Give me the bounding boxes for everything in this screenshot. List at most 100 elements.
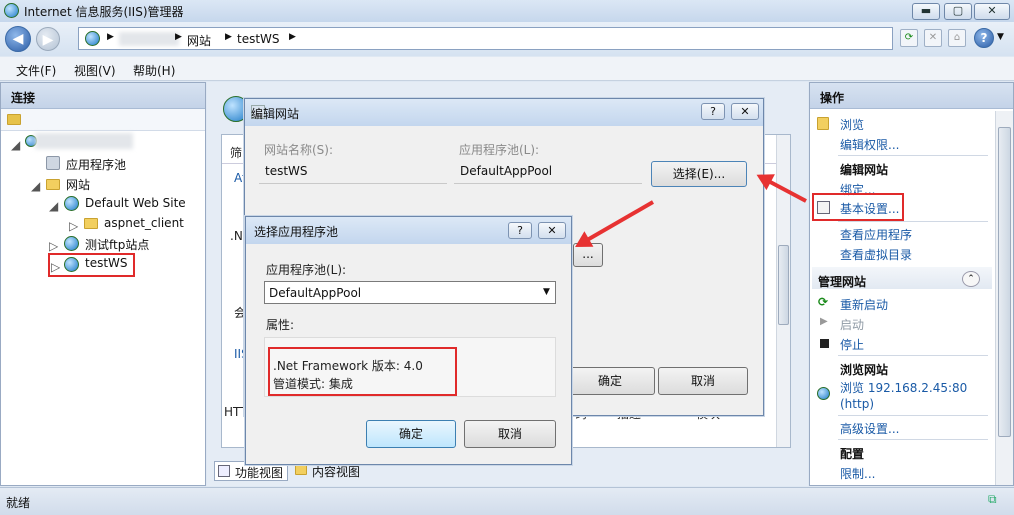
forward-button[interactable]: ▶ [36, 27, 60, 51]
divider [838, 415, 988, 416]
navigation-bar: ◀ ▶ ▶ ▶ 网站 ▶ testWS ▶ ⟳ ✕ ⌂ ? ▼ [0, 22, 1014, 56]
action-advanced-settings[interactable]: 高级设置... [840, 420, 899, 437]
tab-features-label: 功能视图 [235, 466, 284, 480]
chevron-down-icon: ▼ [543, 287, 550, 297]
tree-aspnet-client[interactable]: aspnet_client [104, 216, 184, 230]
action-restart[interactable]: 重新启动 [840, 296, 888, 313]
actions-header: 操作 [810, 83, 1013, 109]
collapse-section-icon[interactable]: ⌃ [962, 271, 980, 287]
action-basic-settings[interactable]: 基本设置... [840, 200, 899, 217]
section-edit-site: 编辑网站 [840, 163, 889, 177]
select-pool-close-button[interactable]: ✕ [538, 222, 566, 239]
address-bar[interactable]: ▶ ▶ 网站 ▶ testWS ▶ [78, 27, 893, 50]
edit-site-ok-button[interactable]: 确定 [565, 367, 655, 395]
blurred-server-node [35, 133, 133, 149]
select-pool-help-button[interactable]: ? [508, 222, 532, 239]
edit-site-title: 编辑网站 [251, 107, 300, 121]
connections-panel: 连接 ◢ 应用程序池 ◢ 网站 ◢ Default Web Site ▷ asp… [0, 82, 206, 486]
menu-view[interactable]: 视图(V) [74, 62, 116, 79]
window-title: Internet 信息服务(IIS)管理器 [24, 5, 184, 19]
edit-site-titlebar: 编辑网站 ? ✕ [245, 99, 763, 126]
select-pool-ok-button[interactable]: 确定 [366, 420, 456, 448]
tree-default-web-site[interactable]: Default Web Site [85, 196, 186, 210]
close-button[interactable]: ✕ [974, 3, 1010, 20]
status-bar: 就绪 ⧉ [0, 487, 1014, 515]
stop-square-icon [820, 339, 829, 348]
start-icon: ▶ [820, 316, 828, 327]
breadcrumb-testws[interactable]: testWS [237, 32, 280, 46]
expand-arrow-icon[interactable]: ◢ [11, 138, 20, 152]
stop-icon[interactable]: ✕ [924, 29, 942, 47]
edit-site-close-button[interactable]: ✕ [731, 103, 759, 120]
iis-app-icon [4, 3, 19, 18]
status-text: 就绪 [6, 496, 31, 510]
tree-sites[interactable]: 网站 [66, 176, 90, 193]
action-stop[interactable]: 停止 [840, 336, 864, 353]
expand-arrow-icon[interactable]: ◢ [31, 179, 40, 193]
edit-site-help-button[interactable]: ? [701, 103, 725, 120]
collapse-arrow-icon[interactable]: ▷ [69, 219, 78, 233]
expand-arrow-icon[interactable]: ◢ [49, 199, 58, 213]
chevron-right-icon: ▶ [175, 32, 182, 42]
tab-content-label: 内容视图 [312, 465, 361, 479]
connections-toolbar [1, 109, 205, 131]
tree-ftp-site[interactable]: 测试ftp站点 [85, 236, 149, 253]
title-bar: Internet 信息服务(IIS)管理器 ▬ ▢ ✕ [0, 0, 1014, 22]
select-pool-titlebar: 选择应用程序池 ? ✕ [246, 217, 571, 244]
edit-site-cancel-button[interactable]: 取消 [658, 367, 748, 395]
action-browse-url[interactable]: 浏览 192.168.2.45:80 [840, 379, 967, 396]
collapse-arrow-icon[interactable]: ▷ [51, 260, 60, 274]
pool-label: 应用程序池(L): [459, 143, 540, 157]
globe-icon [64, 257, 79, 272]
action-view-applications[interactable]: 查看应用程序 [840, 226, 912, 243]
globe-icon [85, 31, 100, 46]
tree-app-pools[interactable]: 应用程序池 [66, 156, 126, 173]
actions-scrollbar[interactable] [995, 111, 1013, 485]
breadcrumb-sites[interactable]: 网站 [187, 32, 211, 49]
maximize-button[interactable]: ▢ [944, 3, 972, 20]
restart-icon: ⟳ [818, 295, 829, 309]
site-name-field[interactable]: testWS [259, 160, 447, 184]
scroll-thumb[interactable] [778, 245, 789, 325]
browse-site-icon [817, 387, 830, 400]
divider [838, 355, 988, 356]
sites-folder-icon [46, 179, 60, 190]
tree-testws[interactable]: testWS [85, 256, 128, 270]
action-browse[interactable]: 浏览 [840, 116, 864, 133]
minimize-button[interactable]: ▬ [912, 3, 940, 20]
select-pool-cancel-button[interactable]: 取消 [464, 420, 556, 448]
help-icon[interactable]: ? [974, 28, 994, 48]
select-pool-button[interactable]: 选择(E)... [651, 161, 747, 187]
folder-icon [84, 218, 98, 229]
action-limits[interactable]: 限制... [840, 465, 875, 482]
action-view-virtual-dirs[interactable]: 查看虚拟目录 [840, 246, 912, 263]
home-icon[interactable]: ⌂ [948, 29, 966, 47]
center-scrollbar[interactable] [776, 135, 790, 447]
select-pool-label: 应用程序池(L): [266, 263, 347, 277]
site-name-label: 网站名称(S): [264, 143, 334, 157]
divider [838, 221, 988, 222]
pool-dropdown[interactable]: DefaultAppPool ▼ [264, 281, 556, 304]
chevron-right-icon: ▶ [289, 32, 296, 42]
back-button[interactable]: ◀ [5, 26, 31, 52]
actions-panel: 操作 浏览 编辑权限... 编辑网站 绑定... 基本设置... 查看应用程序 … [809, 82, 1014, 486]
add-connection-icon[interactable] [7, 114, 21, 125]
help-dropdown-icon[interactable]: ▼ [997, 32, 1004, 42]
pool-field[interactable]: DefaultAppPool [454, 160, 642, 184]
menu-file[interactable]: 文件(F) [16, 62, 56, 79]
action-edit-permissions[interactable]: 编辑权限... [840, 136, 899, 153]
section-manage-site: 管理网站 [818, 275, 867, 289]
refresh-icon[interactable]: ⟳ [900, 29, 918, 47]
action-start: 启动 [840, 318, 865, 332]
divider [838, 439, 988, 440]
chevron-right-icon: ▶ [107, 32, 114, 42]
scroll-thumb[interactable] [998, 127, 1011, 437]
globe-icon [64, 196, 79, 211]
menu-help[interactable]: 帮助(H) [133, 62, 175, 79]
properties-label: 属性: [266, 318, 295, 332]
feature-fragment: .N [230, 229, 243, 243]
network-status-icon: ⧉ [988, 492, 997, 506]
action-browse-protocol[interactable]: (http) [840, 397, 874, 411]
collapse-arrow-icon[interactable]: ▷ [49, 239, 58, 253]
menu-bar: 文件(F) 视图(V) 帮助(H) [0, 57, 1014, 81]
